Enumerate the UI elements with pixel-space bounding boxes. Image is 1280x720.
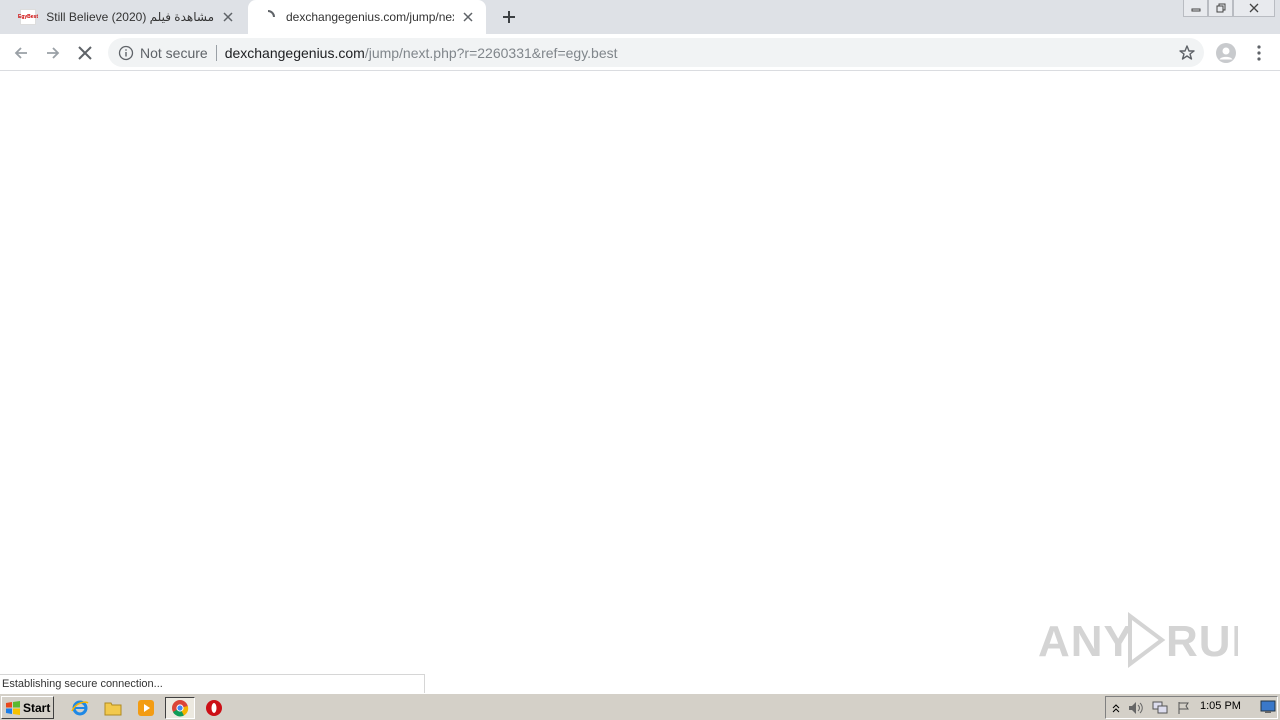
start-label: Start: [23, 700, 51, 715]
back-arrow-icon[interactable]: [8, 40, 34, 66]
svg-text:RUN: RUN: [1166, 617, 1238, 666]
close-icon[interactable]: [460, 9, 476, 25]
restore-icon[interactable]: [1208, 0, 1233, 17]
clock[interactable]: 1:05 PM: [1200, 700, 1241, 712]
tab-dexchangegenius[interactable]: dexchangegenius.com/jump/next.php: [248, 0, 486, 34]
forward-arrow-icon[interactable]: [40, 40, 66, 66]
kebab-menu-icon[interactable]: [1246, 40, 1272, 66]
star-icon[interactable]: [1178, 44, 1196, 62]
media-player-icon[interactable]: [136, 698, 156, 718]
window-controls: [1183, 0, 1275, 18]
close-icon[interactable]: [1233, 0, 1275, 17]
start-button[interactable]: Start: [1, 696, 54, 719]
egybest-favicon: EgyBest: [18, 9, 38, 25]
chrome-icon[interactable]: [165, 697, 195, 719]
ie-icon[interactable]: [70, 698, 90, 718]
security-label[interactable]: Not secure: [140, 45, 208, 61]
loading-spinner-icon: [260, 9, 276, 25]
tab-egybest[interactable]: EgyBest مشاهدة فيلم I Still Believe (202…: [8, 0, 246, 34]
browser-toolbar: Not secure dexchangegenius.com /jump/nex…: [0, 34, 1280, 71]
tab-title: dexchangegenius.com/jump/next.php: [286, 10, 454, 24]
network-icon[interactable]: [1152, 700, 1168, 716]
opera-icon[interactable]: [204, 698, 224, 718]
url-path: /jump/next.php?r=2260331&ref=egy.best: [364, 44, 618, 61]
status-bubble: Establishing secure connection...: [0, 674, 425, 693]
svg-text:ANY: ANY: [1038, 617, 1134, 666]
divider: [215, 44, 217, 61]
system-tray: [1105, 696, 1278, 719]
page-content: [0, 72, 1280, 692]
minimize-icon[interactable]: [1183, 0, 1208, 17]
close-icon[interactable]: [220, 9, 236, 25]
show-hidden-icon[interactable]: [1108, 700, 1124, 716]
flag-icon[interactable]: [1176, 700, 1192, 716]
tab-title: مشاهدة فيلم I Still Believe (2020) مترجم: [46, 10, 214, 24]
volume-icon[interactable]: [1128, 700, 1144, 716]
windows-logo-icon: [6, 700, 20, 715]
address-bar[interactable]: Not secure dexchangegenius.com /jump/nex…: [108, 38, 1204, 67]
avatar-icon[interactable]: [1213, 40, 1239, 66]
taskbar: Start 1:05 PM: [0, 693, 1280, 720]
show-desktop-icon[interactable]: [1260, 699, 1276, 715]
info-icon[interactable]: [118, 45, 134, 61]
url-host: dexchangegenius.com: [224, 44, 365, 61]
anyrun-watermark: ANY RUN: [1038, 608, 1238, 672]
tab-strip: EgyBest مشاهدة فيلم I Still Believe (202…: [0, 0, 1280, 34]
stop-icon[interactable]: [72, 40, 98, 66]
folder-icon[interactable]: [103, 698, 123, 718]
plus-icon[interactable]: [498, 6, 520, 28]
